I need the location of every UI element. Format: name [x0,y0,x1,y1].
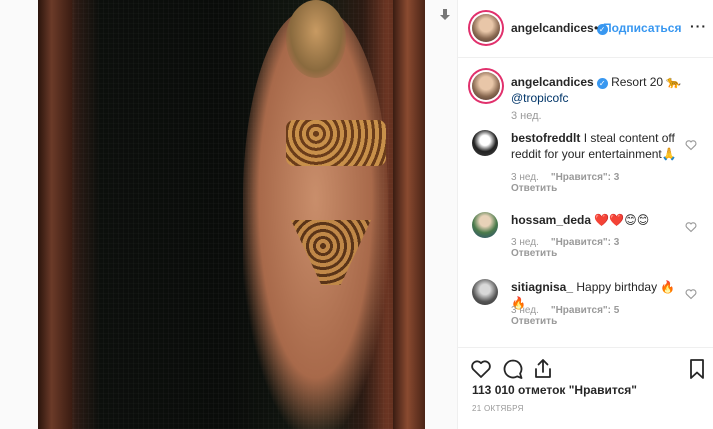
comment-text: hossam_deda ❤️❤️😊😊 [511,212,681,228]
author-avatar[interactable] [472,14,500,42]
likes-count[interactable]: 113 010 отметок "Нравится" [472,383,637,397]
heart-icon[interactable] [685,220,697,233]
reply-button[interactable]: Ответить [511,183,557,194]
photo-top-garment [286,120,386,166]
comment-item: bestofreddlt I steal content off reddit … [458,130,713,200]
comment-username[interactable]: hossam_deda [511,213,591,227]
comment-item: hossam_deda ❤️❤️😊😊 3 нед. "Нравится": 3 О… [458,212,713,282]
more-options-icon[interactable]: ··· [690,18,707,34]
caption-time: 3 нед. [511,110,542,122]
author-username: angelcandices [511,21,594,35]
post-date[interactable]: 21 ОКТЯБРЯ [472,404,524,413]
caption-avatar[interactable] [472,72,500,100]
commenter-avatar[interactable] [472,130,498,156]
comment-icon[interactable] [502,358,524,380]
comment-username[interactable]: bestofreddlt [511,131,580,145]
comment-meta: 3 нед. "Нравится": 3 [511,237,619,248]
post-actions: 113 010 отметок "Нравится" 21 ОКТЯБРЯ [458,347,713,429]
comment-item: sitiagnisa_ Happy birthday 🔥🔥 3 нед. "Нра… [458,279,713,349]
bookmark-icon[interactable] [686,358,708,380]
reply-button[interactable]: Ответить [511,248,557,259]
comment-likes[interactable]: "Нравится": 5 [551,305,620,316]
comment-meta: 3 нед. "Нравится": 3 [511,172,619,183]
photo-hair [286,0,346,78]
download-icon[interactable] [438,8,452,22]
caption-body: Resort 20 🐆 [611,75,682,89]
heart-icon[interactable] [685,138,697,151]
post-photo[interactable] [38,0,425,429]
share-icon[interactable] [532,358,554,380]
comment-likes[interactable]: "Нравится": 3 [551,172,620,183]
caption-mention-link[interactable]: @tropicofc [511,91,569,105]
caption-username[interactable]: angelcandices [511,75,594,89]
follow-separator: • [594,21,599,35]
comment-username[interactable]: sitiagnisa_ [511,280,573,294]
comment-time: 3 нед. [511,172,539,183]
heart-icon[interactable] [685,287,697,300]
commenter-avatar[interactable] [472,212,498,238]
comment-text: bestofreddlt I steal content off reddit … [511,130,681,162]
comment-time: 3 нед. [511,305,539,316]
caption-text: angelcandices ✓ Resort 20 🐆 @tropicofc [511,74,707,106]
comment-time: 3 нед. [511,237,539,248]
comment-meta: 3 нед. "Нравится": 5 [511,305,619,316]
follow-button[interactable]: Подписаться [603,21,681,35]
instagram-post-page: angelcandices ✓ • Подписаться ··· angelca… [0,0,713,429]
photo-wooden-post-right [393,0,425,429]
verified-badge-icon: ✓ [596,78,608,89]
post-header: angelcandices ✓ • Подписаться ··· [458,0,713,58]
commenter-avatar[interactable] [472,279,498,305]
reply-button[interactable]: Ответить [511,316,557,327]
comment-likes[interactable]: "Нравится": 3 [551,237,620,248]
like-heart-icon[interactable] [470,358,492,380]
comment-body: ❤️❤️😊😊 [594,213,650,227]
photo-wooden-post-left [38,0,72,429]
post-side-panel: angelcandices ✓ • Подписаться ··· angelca… [457,0,713,429]
